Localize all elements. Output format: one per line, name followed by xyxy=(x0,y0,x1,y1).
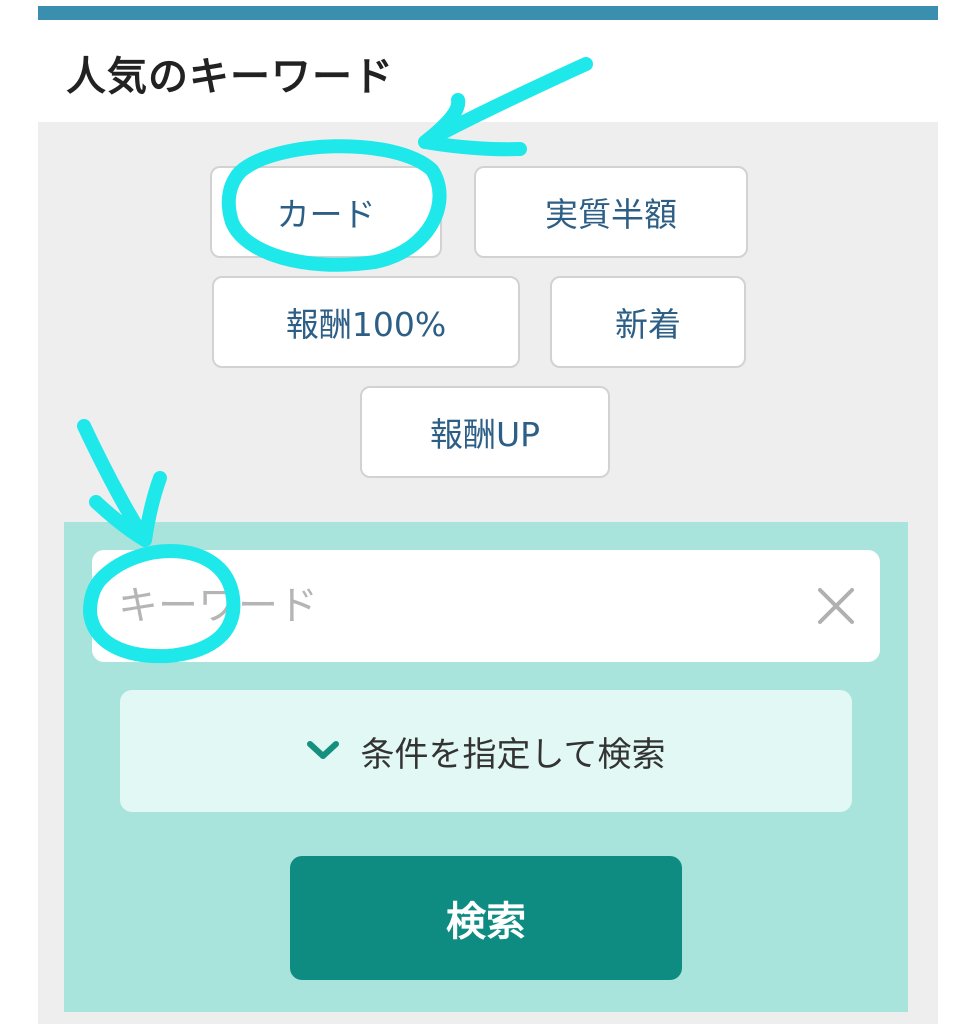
advanced-search-label: 条件を指定して検索 xyxy=(360,734,666,775)
keyword-chip-reward-100[interactable]: 報酬100% xyxy=(212,276,520,368)
keyword-chip-card[interactable]: カード xyxy=(210,166,442,258)
header-accent-bar xyxy=(38,6,938,20)
popular-keywords-title: 人気のキーワード xyxy=(66,54,394,100)
search-button[interactable]: 検索 xyxy=(290,856,682,980)
keyword-chip-half-price[interactable]: 実質半額 xyxy=(474,166,748,258)
keyword-chip-reward-up[interactable]: 報酬UP xyxy=(360,386,610,478)
keyword-search-input[interactable] xyxy=(118,550,778,662)
keyword-chip-new[interactable]: 新着 xyxy=(550,276,746,368)
chevron-down-icon xyxy=(306,741,339,759)
close-icon[interactable] xyxy=(814,584,858,628)
search-input-container xyxy=(92,550,880,662)
advanced-search-toggle[interactable]: 条件を指定して検索 xyxy=(120,690,852,812)
